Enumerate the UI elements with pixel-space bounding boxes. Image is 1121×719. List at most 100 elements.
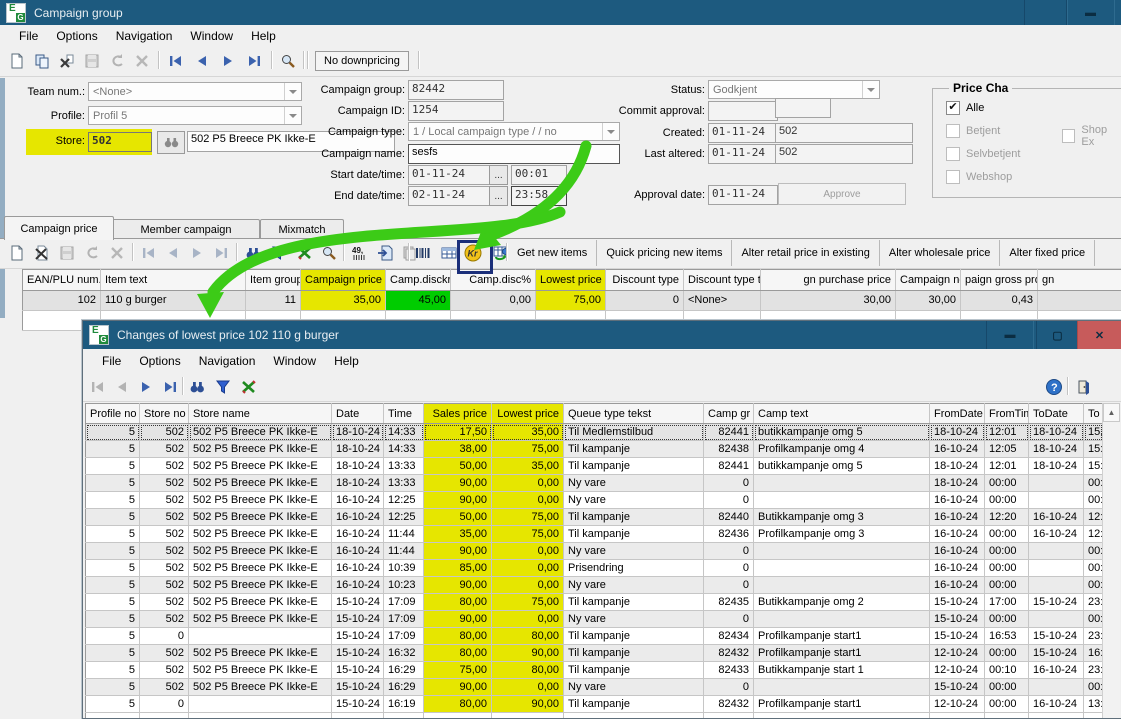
grid-cell[interactable]: 82433 xyxy=(704,662,754,679)
zoom-icon[interactable] xyxy=(318,242,340,264)
grid-cell[interactable]: 15-10-24 xyxy=(930,679,985,696)
column-header-lowest-price[interactable]: Lowest price xyxy=(492,404,564,424)
store-input[interactable]: 502 xyxy=(88,132,152,152)
table-row[interactable]: 5502502 P5 Breece PK Ikke-E18-10-2413:33… xyxy=(86,475,1103,492)
grid-cell[interactable]: 00: xyxy=(1084,679,1103,696)
grid-cell[interactable]: 18-10-24 xyxy=(930,424,985,441)
grid-cell[interactable] xyxy=(754,475,930,492)
grid-cell[interactable] xyxy=(754,543,930,560)
grid-cell[interactable]: 10:39 xyxy=(384,560,424,577)
grid-cell[interactable]: 0,00 xyxy=(451,291,536,311)
column-header-campaign-net[interactable]: Campaign net xyxy=(896,270,961,291)
grid-cell[interactable] xyxy=(332,713,384,719)
column-header-gn[interactable]: gn xyxy=(1038,270,1121,291)
grid-cell[interactable]: 0 xyxy=(140,628,189,645)
tab-mixmatch[interactable]: Mixmatch xyxy=(260,219,344,240)
grid-cell[interactable]: 16-10-24 xyxy=(332,543,384,560)
grid-cell[interactable]: Til kampanje xyxy=(564,458,704,475)
grid-cell[interactable]: 17:00 xyxy=(985,594,1029,611)
grid-cell[interactable]: 00: xyxy=(1084,577,1103,594)
menu-window[interactable]: Window xyxy=(181,26,242,46)
grid-cell[interactable]: 502 xyxy=(140,475,189,492)
grid-cell[interactable]: 502 P5 Breece PK Ikke-E xyxy=(189,679,332,696)
grid-cell[interactable]: 80,00 xyxy=(424,628,492,645)
minimize-button[interactable]: ▬ xyxy=(986,321,1034,349)
grid-cell[interactable]: 0,00 xyxy=(492,475,564,492)
grid-cell[interactable] xyxy=(1029,679,1084,696)
grid-cell[interactable]: 00:00 xyxy=(985,560,1029,577)
close-button[interactable]: ✕ xyxy=(1077,321,1121,349)
grid-cell[interactable]: 15-10-24 xyxy=(332,594,384,611)
grid-cell[interactable]: 18-10-24 xyxy=(1029,424,1084,441)
grid-cell[interactable]: 502 xyxy=(140,424,189,441)
vertical-scrollbar[interactable]: ▲ xyxy=(1102,403,1120,718)
column-header-camp-disckr[interactable]: Camp.disckr xyxy=(386,270,451,291)
grid-cell[interactable]: 90,00 xyxy=(424,492,492,509)
grid-cell[interactable]: 00:00 xyxy=(985,475,1029,492)
grid-cell[interactable]: 502 P5 Breece PK Ikke-E xyxy=(189,424,332,441)
campaign-type-select[interactable]: 1 / Local campaign type / / no xyxy=(408,122,620,141)
table-row[interactable]: 5502502 P5 Breece PK Ikke-E15-10-2416:32… xyxy=(86,645,1103,662)
grid-cell[interactable]: Ny vare xyxy=(564,475,704,492)
grid-cell[interactable]: 23: xyxy=(1084,594,1103,611)
grid-cell[interactable]: 18-10-24 xyxy=(332,475,384,492)
grid-cell[interactable]: 80,00 xyxy=(424,594,492,611)
grid-cell[interactable]: 15-10-24 xyxy=(930,628,985,645)
grid-cell[interactable]: 00:00 xyxy=(985,526,1029,543)
column-header-to-t[interactable]: To T xyxy=(1084,404,1103,424)
menu-help[interactable]: Help xyxy=(242,26,285,46)
grid-cell[interactable]: 16-10-24 xyxy=(930,543,985,560)
grid-cell[interactable]: 35,00 xyxy=(492,424,564,441)
grid-cell[interactable]: 30,00 xyxy=(761,291,896,311)
grid-cell[interactable]: 15-10-24 xyxy=(332,628,384,645)
quick-pricing-new-items-button[interactable]: Quick pricing new items xyxy=(597,240,732,266)
scroll-up-icon[interactable]: ▲ xyxy=(1103,403,1120,422)
grid-cell[interactable]: 90,00 xyxy=(424,577,492,594)
grid-cell[interactable]: 10:23 xyxy=(384,577,424,594)
grid-cell[interactable]: 16-10-24 xyxy=(930,492,985,509)
table-row[interactable]: 5502502 P5 Breece PK Ikke-E18-10-2413:33… xyxy=(86,458,1103,475)
grid-cell[interactable]: Til kampanje xyxy=(564,645,704,662)
grid-cell[interactable]: 13:33 xyxy=(384,475,424,492)
grid-cell[interactable]: 18-10-24 xyxy=(332,424,384,441)
checkbox-box-icon[interactable] xyxy=(1062,129,1075,143)
grid-cell[interactable]: 82436 xyxy=(704,526,754,543)
grid-cell[interactable]: 502 P5 Breece PK Ikke-E xyxy=(189,458,332,475)
table-row[interactable]: 5502502 P5 Breece PK Ikke-E18-10-2414:33… xyxy=(86,441,1103,458)
grid-cell[interactable]: 14:33 xyxy=(384,424,424,441)
grid-cell[interactable]: 16:29 xyxy=(384,679,424,696)
grid-cell[interactable]: 5 xyxy=(86,458,140,475)
end-time-field[interactable]: 23:58 xyxy=(511,186,567,206)
grid-cell[interactable]: 75,00 xyxy=(536,291,606,311)
grid-cell[interactable]: 0,00 xyxy=(492,577,564,594)
grid-cell[interactable]: Til kampanje xyxy=(564,628,704,645)
grid-cell[interactable]: 90,00 xyxy=(424,543,492,560)
table-row[interactable]: 5502502 P5 Breece PK Ikke-E18-10-2414:33… xyxy=(86,424,1103,441)
column-header-todate[interactable]: ToDate xyxy=(1029,404,1084,424)
grid-cell[interactable]: 12:20 xyxy=(985,509,1029,526)
grid-cell[interactable] xyxy=(189,628,332,645)
grid-cell[interactable]: butikkampanje omg 5 xyxy=(754,458,930,475)
grid-cell[interactable]: 16-10-24 xyxy=(332,492,384,509)
grid-cell[interactable]: 12-10-24 xyxy=(930,645,985,662)
grid-cell[interactable]: 12:01 xyxy=(985,458,1029,475)
column-header-sales-price[interactable]: Sales price xyxy=(424,404,492,424)
grid-cell[interactable]: 502 xyxy=(140,458,189,475)
grid-cell[interactable] xyxy=(492,713,564,719)
grid-cell[interactable]: 16-10-24 xyxy=(332,509,384,526)
campaign-id-field[interactable]: 1254 xyxy=(408,101,504,121)
grid-cell[interactable]: 75,00 xyxy=(424,662,492,679)
grid-cell[interactable]: 502 P5 Breece PK Ikke-E xyxy=(189,475,332,492)
column-header-lowest-price[interactable]: Lowest price xyxy=(536,270,606,291)
grid-cell[interactable]: 80,00 xyxy=(492,662,564,679)
column-header-fromdate[interactable]: FromDate xyxy=(930,404,985,424)
grid-cell[interactable]: 12: xyxy=(1084,509,1103,526)
maximize-button[interactable]: ▢ xyxy=(1036,321,1079,349)
grid-cell[interactable]: Til Medlemstilbud xyxy=(564,424,704,441)
grid-cell[interactable] xyxy=(1038,291,1121,311)
alter-fixed-price-button[interactable]: Alter fixed price xyxy=(1000,240,1095,266)
grid-cell[interactable]: 15-10-24 xyxy=(332,679,384,696)
column-header-store-name[interactable]: Store name xyxy=(189,404,332,424)
grid-cell[interactable]: 23: xyxy=(1084,628,1103,645)
start-time-field[interactable]: 00:01 xyxy=(511,165,567,185)
